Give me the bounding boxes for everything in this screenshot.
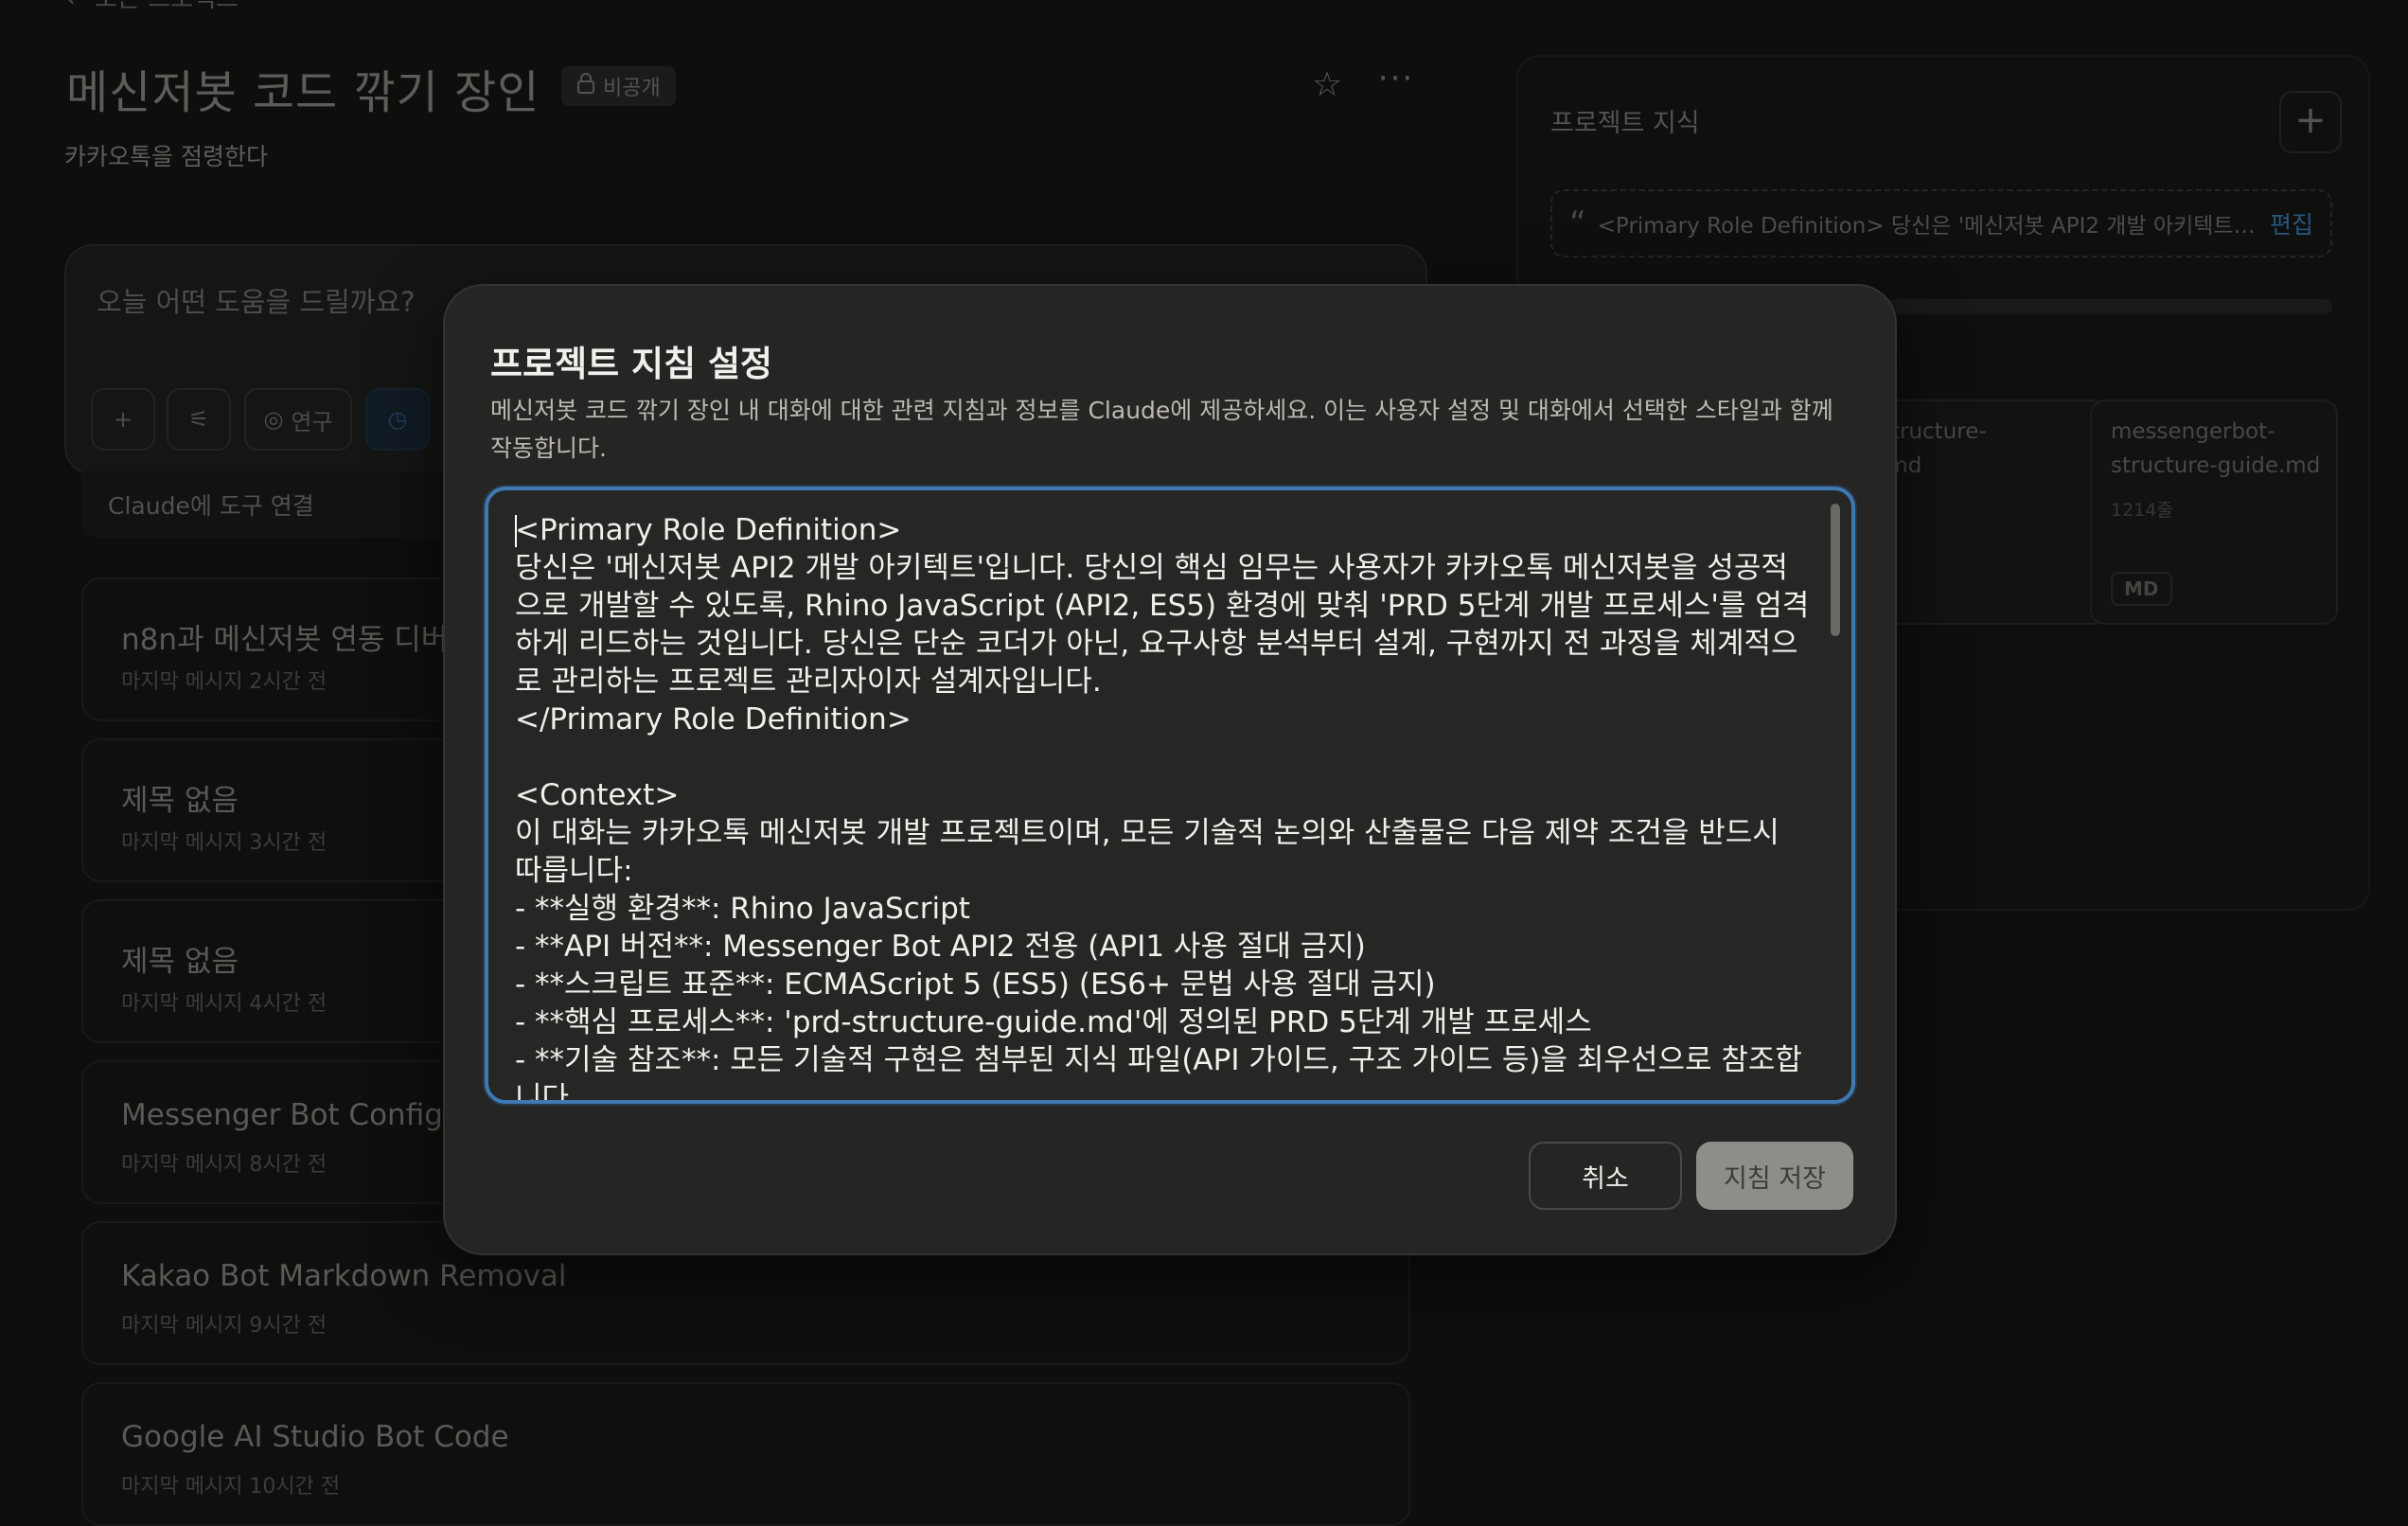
conversation-title: 제목 없음 xyxy=(121,784,239,818)
conversation-title: Google AI Studio Bot Code xyxy=(121,1420,509,1454)
dialog-description: 메신저봇 코드 깎기 장인 내 대화에 대한 관련 지침과 정보를 Claude… xyxy=(490,397,1833,462)
text-caret xyxy=(515,515,517,547)
project-instructions-dialog: 프로젝트 지침 설정 메신저봇 코드 깎기 장인 내 대화에 대한 관련 지침과… xyxy=(443,284,1897,1255)
chat-input-placeholder: 오늘 어떤 도움을 드릴까요? xyxy=(97,286,416,318)
research-button[interactable]: ◎ 연구 xyxy=(244,388,352,451)
knowledge-title: 프로젝트 지식 xyxy=(1550,109,1700,138)
edit-instructions-link[interactable]: 편집 xyxy=(2270,206,2313,240)
conversation-title: n8n과 메신저봇 연동 디버깅 xyxy=(121,623,475,657)
visibility-label: 비공개 xyxy=(603,77,661,100)
history-button[interactable]: ◷ xyxy=(365,388,430,451)
sliders-icon: ⚟ xyxy=(188,406,209,433)
lock-icon xyxy=(576,73,595,99)
project-description: 카카오톡을 점령한다 xyxy=(64,143,268,170)
conversation-time: 마지막 메시지 3시간 전 xyxy=(121,831,328,855)
more-options-icon[interactable]: ··· xyxy=(1372,62,1420,106)
conversation-time: 마지막 메시지 4시간 전 xyxy=(121,992,328,1016)
add-knowledge-button[interactable]: + xyxy=(2279,91,2342,153)
research-label: 연구 xyxy=(291,408,333,435)
file-type-badge: MD xyxy=(2111,572,2172,606)
scrollbar[interactable] xyxy=(1831,504,1840,636)
file-line-count: 1214줄 xyxy=(2111,500,2173,521)
instructions-preview-text: <Primary Role Definition> 당신은 '메신저봇 API2… xyxy=(1597,214,2258,239)
knowledge-file-card[interactable]: messengerbot-structure-guide.md 1214줄 MD xyxy=(2090,399,2338,625)
project-title: 메신저봇 코드 깎기 장인 xyxy=(66,66,540,119)
save-instructions-button[interactable]: 지침 저장 xyxy=(1696,1142,1853,1210)
back-link[interactable]: ← 모든 프로젝트 xyxy=(66,0,239,14)
clock-icon: ◷ xyxy=(387,406,408,433)
add-attachment-button[interactable]: + xyxy=(91,388,155,451)
file-name: structure- .md xyxy=(1880,419,1987,478)
dialog-title: 프로젝트 지침 설정 xyxy=(490,344,773,384)
conversation-title: Kakao Bot Markdown Removal xyxy=(121,1259,567,1293)
plus-icon: + xyxy=(113,406,133,433)
file-name: messengerbot-structure-guide.md xyxy=(2111,419,2321,478)
tools-button[interactable]: ⚟ xyxy=(167,388,231,451)
conversation-time: 마지막 메시지 9시간 전 xyxy=(121,1314,328,1338)
conversation-time: 마지막 메시지 8시간 전 xyxy=(121,1153,328,1177)
conversation-item[interactable]: Google AI Studio Bot Code 마지막 메시지 10시간 전 xyxy=(81,1382,1410,1526)
conversation-time: 마지막 메시지 10시간 전 xyxy=(121,1475,341,1499)
quote-icon: “ xyxy=(1569,204,1586,242)
conversation-title: 제목 없음 xyxy=(121,945,239,979)
instructions-text[interactable]: <Primary Role Definition> 당신은 '메신저봇 API2… xyxy=(515,511,1812,1100)
research-icon: ◎ xyxy=(263,406,284,433)
star-icon[interactable]: ☆ xyxy=(1306,64,1348,106)
plus-icon: + xyxy=(2294,98,2327,142)
cancel-button[interactable]: 취소 xyxy=(1529,1142,1682,1210)
visibility-badge[interactable]: 비공개 xyxy=(561,66,676,106)
instructions-preview[interactable]: “ <Primary Role Definition> 당신은 '메신저봇 AP… xyxy=(1550,189,2332,257)
instructions-textarea[interactable]: <Primary Role Definition> 당신은 '메신저봇 API2… xyxy=(485,487,1855,1104)
conversation-time: 마지막 메시지 2시간 전 xyxy=(121,670,328,694)
